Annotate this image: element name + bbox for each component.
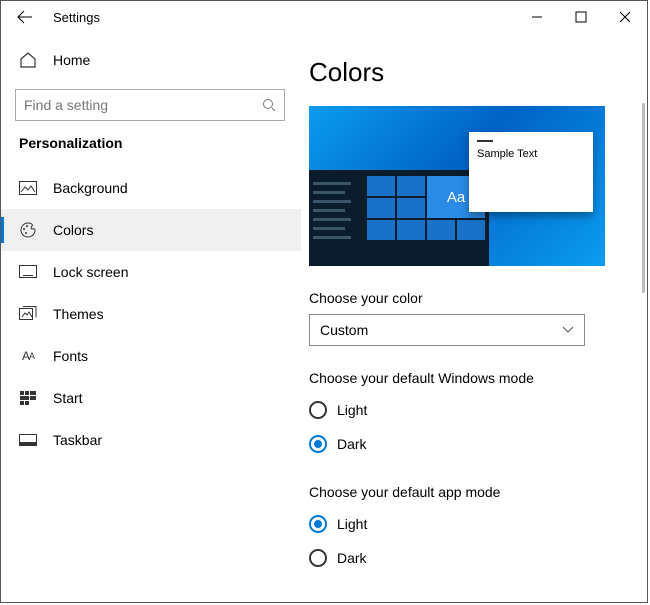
sidebar-item-colors[interactable]: Colors <box>1 209 301 251</box>
choose-color-label: Choose your color <box>309 290 619 306</box>
radio-icon <box>309 435 327 453</box>
sidebar-item-fonts[interactable]: AA Fonts <box>1 335 301 377</box>
fonts-icon: AA <box>19 347 37 365</box>
page-title: Colors <box>309 57 619 88</box>
chevron-down-icon <box>562 326 574 334</box>
radio-icon <box>309 401 327 419</box>
home-button[interactable]: Home <box>1 39 301 81</box>
radio-label: Dark <box>337 550 367 566</box>
titlebar: Settings <box>1 1 647 33</box>
sidebar-item-themes[interactable]: Themes <box>1 293 301 335</box>
sidebar-item-label: Start <box>53 390 83 406</box>
radio-icon <box>309 549 327 567</box>
sidebar-item-background[interactable]: Background <box>1 167 301 209</box>
section-header: Personalization <box>1 135 301 167</box>
sidebar: Home Find a setting Personalization Back… <box>1 33 301 602</box>
radio-icon <box>309 515 327 533</box>
windows-mode-light[interactable]: Light <box>309 394 619 426</box>
search-placeholder: Find a setting <box>24 97 108 113</box>
scrollbar[interactable] <box>642 103 645 293</box>
sidebar-item-label: Colors <box>53 222 93 238</box>
choose-color-dropdown[interactable]: Custom <box>309 314 585 346</box>
colors-icon <box>19 221 37 239</box>
background-icon <box>19 179 37 197</box>
maximize-button[interactable] <box>559 1 603 33</box>
preview-sample-window: Sample Text <box>469 132 593 212</box>
app-title: Settings <box>53 10 100 25</box>
choose-color-value: Custom <box>320 322 368 338</box>
sidebar-item-label: Taskbar <box>53 432 102 448</box>
sidebar-item-label: Fonts <box>53 348 88 364</box>
preview-sample-text: Sample Text <box>477 148 537 160</box>
taskbar-icon <box>19 431 37 449</box>
search-icon <box>262 98 276 112</box>
themes-icon <box>19 305 37 323</box>
start-icon <box>19 389 37 407</box>
radio-label: Light <box>337 516 367 532</box>
home-icon <box>19 51 37 69</box>
main-content: Colors Aa Sample Text <box>301 33 647 602</box>
search-input[interactable]: Find a setting <box>15 89 285 121</box>
sidebar-item-label: Themes <box>53 306 104 322</box>
home-label: Home <box>53 52 90 68</box>
sidebar-item-taskbar[interactable]: Taskbar <box>1 419 301 461</box>
windows-mode-dark[interactable]: Dark <box>309 428 619 460</box>
radio-label: Light <box>337 402 367 418</box>
minimize-button[interactable] <box>515 1 559 33</box>
close-button[interactable] <box>603 1 647 33</box>
sidebar-item-label: Lock screen <box>53 264 128 280</box>
settings-window: Settings Home Find a setti <box>0 0 648 603</box>
color-preview: Aa Sample Text <box>309 106 605 266</box>
app-mode-label: Choose your default app mode <box>309 484 619 500</box>
sidebar-item-label: Background <box>53 180 128 196</box>
sidebar-item-start[interactable]: Start <box>1 377 301 419</box>
app-mode-light[interactable]: Light <box>309 508 619 540</box>
windows-mode-label: Choose your default Windows mode <box>309 370 619 386</box>
radio-label: Dark <box>337 436 367 452</box>
sidebar-item-lockscreen[interactable]: Lock screen <box>1 251 301 293</box>
back-button[interactable] <box>5 1 45 33</box>
lockscreen-icon <box>19 263 37 281</box>
app-mode-dark[interactable]: Dark <box>309 542 619 574</box>
